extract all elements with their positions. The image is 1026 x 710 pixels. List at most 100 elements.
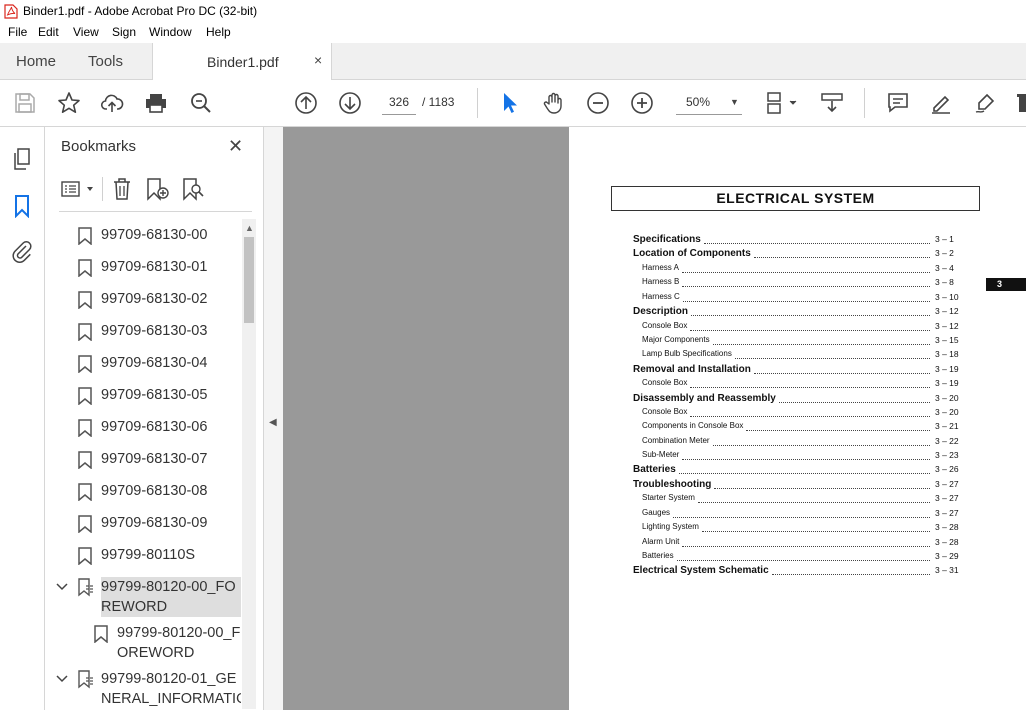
toc-entry: Gauges 3 – 27	[569, 508, 1026, 522]
select-cursor-icon[interactable]	[498, 91, 522, 115]
collapse-panel-icon[interactable]: ◀	[269, 417, 277, 428]
more-tools-icon[interactable]	[1015, 91, 1026, 115]
navigation-rail	[0, 127, 45, 710]
bookmark-icon	[94, 625, 108, 643]
zoom-out-icon[interactable]	[586, 91, 610, 115]
tab-tools[interactable]: Tools	[88, 53, 123, 70]
menu-view[interactable]: View	[73, 25, 99, 39]
toc-page-number: 3 – 31	[935, 565, 959, 575]
toc-entry-title: Batteries	[642, 551, 674, 560]
toc-dot-leader	[677, 560, 930, 561]
menu-edit[interactable]: Edit	[38, 25, 59, 39]
toc-dot-leader	[735, 358, 930, 359]
toc-entry-title: Console Box	[642, 378, 688, 387]
bookmark-icon	[78, 387, 92, 405]
page-number-input[interactable]: 326	[382, 90, 416, 115]
chevron-down-icon: ▼	[730, 97, 739, 107]
bookmark-panel-icon[interactable]	[10, 194, 34, 219]
toc-dot-leader	[673, 517, 930, 518]
chevron-down-icon[interactable]	[56, 675, 68, 683]
toc-page-number: 3 – 15	[935, 335, 959, 345]
toc-dot-leader	[754, 257, 930, 258]
hand-tool-icon[interactable]	[542, 91, 566, 115]
toc-dot-leader	[682, 546, 930, 547]
bookmark-label: 99709-68130-01	[101, 259, 208, 275]
bookmark-label: 99799-80120-00_FO REWORD	[101, 577, 241, 617]
previous-page-icon[interactable]	[294, 91, 318, 115]
star-icon[interactable]	[57, 91, 81, 115]
tab-document[interactable]: Binder1.pdf ×	[152, 43, 332, 80]
comment-icon[interactable]	[886, 91, 910, 115]
bookmarks-toolbar	[59, 175, 254, 205]
toc-entry: Lighting System 3 – 28	[569, 522, 1026, 536]
window-title: Binder1.pdf - Adobe Acrobat Pro DC (32-b…	[23, 4, 258, 18]
bookmark-label: 99799-80120-01_GE NERAL_INFORMATIO	[101, 671, 241, 707]
new-bookmark-icon[interactable]	[145, 177, 171, 201]
find-bookmark-icon[interactable]	[181, 177, 205, 201]
scroll-mode-icon[interactable]	[820, 91, 844, 115]
acrobat-logo-icon	[4, 4, 18, 19]
next-page-icon[interactable]	[338, 91, 362, 115]
scroll-up-icon[interactable]: ▲	[245, 223, 254, 233]
bookmark-item-expanded[interactable]: 99799-80120-00_FO REWORD	[45, 577, 241, 619]
toc-entry: Disassembly and Reassembly 3 – 20	[569, 393, 1026, 407]
page-total: / 1183	[422, 95, 455, 109]
tab-home[interactable]: Home	[16, 53, 56, 70]
save-icon[interactable]	[13, 91, 37, 115]
sign-pen-icon[interactable]	[973, 91, 997, 115]
zoom-level-select[interactable]: 50% ▼	[676, 90, 742, 115]
bookmark-item-child[interactable]: 99799-80120-00_F OREWORD	[45, 623, 241, 665]
bookmark-item-expanded[interactable]: 99799-80120-01_GE NERAL_INFORMATIO	[45, 669, 241, 710]
toc-entry-title: Location of Components	[633, 248, 751, 259]
toc-entry-title: Disassembly and Reassembly	[633, 393, 776, 404]
page-thumbnails-icon[interactable]	[10, 147, 34, 171]
pdf-page: ELECTRICAL SYSTEM 3 Specifications 3 – 1L…	[569, 127, 1026, 710]
close-tab-icon[interactable]: ×	[314, 52, 322, 68]
bookmark-scrollbar[interactable]: ▲	[242, 219, 256, 709]
zoom-in-icon[interactable]	[630, 91, 654, 115]
highlight-pen-icon[interactable]	[929, 91, 953, 115]
bookmark-options-icon[interactable]	[61, 179, 95, 199]
print-icon[interactable]	[144, 91, 168, 115]
search-zoom-icon[interactable]	[189, 91, 213, 115]
upload-cloud-icon[interactable]	[100, 91, 124, 115]
toc-dot-leader	[690, 387, 930, 388]
chevron-down-icon[interactable]	[56, 583, 68, 591]
close-panel-icon[interactable]: ✕	[228, 136, 243, 157]
toc-entry: Harness B 3 – 8	[569, 277, 1026, 291]
bookmark-label: 99709-68130-06	[101, 419, 208, 435]
scrollbar-thumb[interactable]	[244, 237, 254, 323]
toc-dot-leader	[690, 416, 930, 417]
attachments-paperclip-icon[interactable]	[10, 240, 34, 264]
toc-dot-leader	[704, 243, 930, 244]
page-display-icon[interactable]	[764, 91, 800, 115]
bookmark-icon	[78, 451, 92, 469]
menu-help[interactable]: Help	[206, 25, 231, 39]
toc-entry-title: Lighting System	[642, 522, 699, 531]
menu-window[interactable]: Window	[149, 25, 192, 39]
toc-entry-title: Console Box	[642, 321, 688, 330]
toc-entry-title: Lamp Bulb Specifications	[642, 349, 732, 358]
toc-dot-leader	[682, 272, 930, 273]
toc-entry: Sub-Meter 3 – 23	[569, 450, 1026, 464]
toc-entry-title: Troubleshooting	[633, 479, 712, 490]
toc-entry: Electrical System Schematic 3 – 31	[569, 565, 1026, 579]
menu-sign[interactable]: Sign	[112, 25, 136, 39]
bookmark-label: 99709-68130-00	[101, 227, 208, 243]
delete-bookmark-icon[interactable]	[112, 177, 132, 201]
toc-entry-title: Harness A	[642, 263, 679, 272]
bookmarks-divider	[59, 211, 252, 212]
title-bar: Binder1.pdf - Adobe Acrobat Pro DC (32-b…	[0, 0, 1026, 23]
toc-page-number: 3 – 10	[935, 292, 959, 302]
bookmark-group-icon	[78, 670, 93, 689]
toolbar: 326 / 1183 50% ▼	[0, 80, 1026, 127]
toc-page-number: 3 – 19	[935, 378, 959, 388]
bookmark-icon	[78, 291, 92, 309]
bookmark-label: 99709-68130-05	[101, 387, 208, 403]
menu-file[interactable]: File	[8, 25, 27, 39]
panel-splitter[interactable]: ◀	[263, 127, 284, 710]
bookmark-list: 99709-68130-00 99709-68130-01 99709-6813…	[45, 217, 241, 710]
toc-dot-leader	[690, 330, 930, 331]
bookmark-group-icon	[78, 578, 93, 597]
toc-dot-leader	[698, 502, 930, 503]
